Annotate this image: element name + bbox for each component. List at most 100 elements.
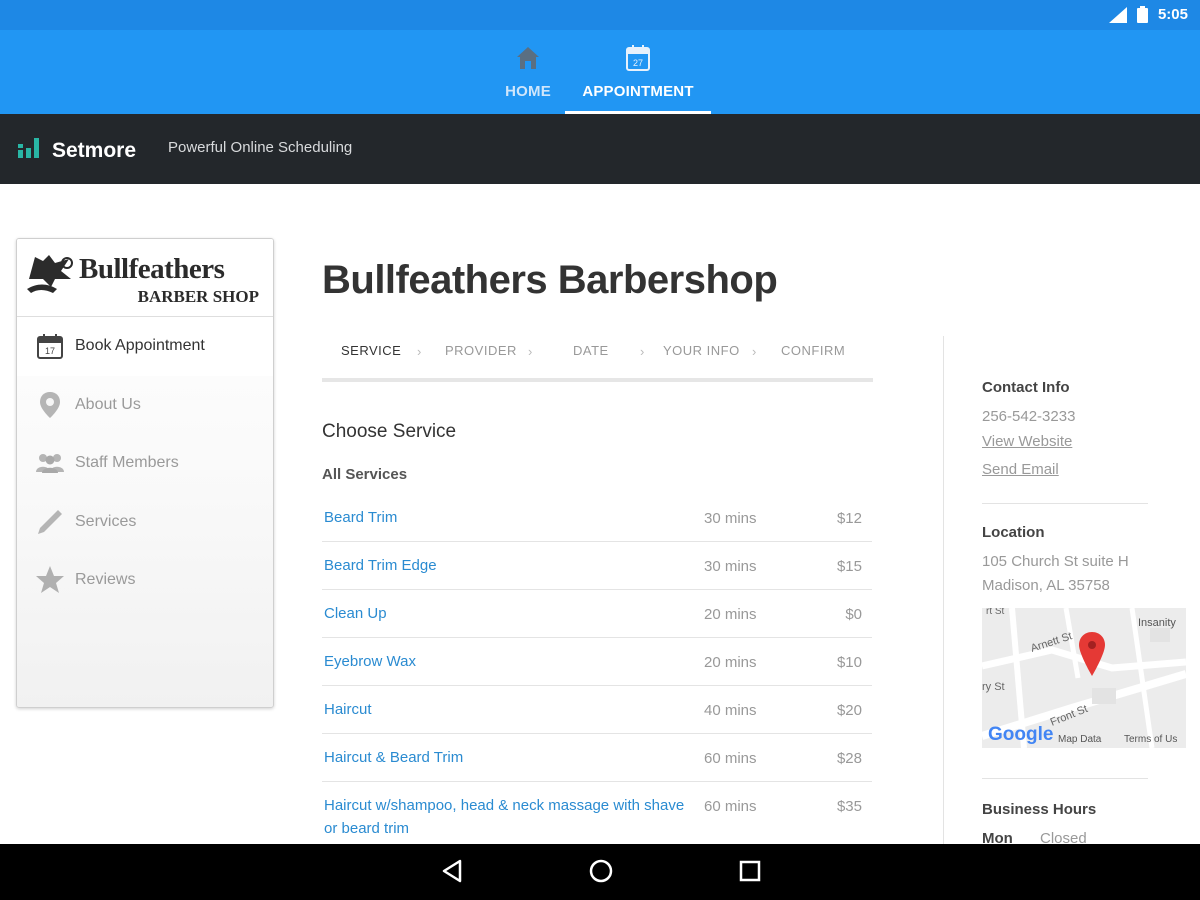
choose-service-heading: Choose Service [322, 421, 457, 442]
map-canvas: rt St Arnett St Insanity ry St Front St … [982, 608, 1186, 748]
step-service[interactable]: SERVICE [341, 343, 401, 358]
service-price: $0 [845, 606, 862, 623]
service-duration: 30 mins [704, 558, 757, 575]
setmore-logo[interactable]: Setmore [18, 136, 136, 165]
setmore-brand: Setmore [52, 138, 137, 162]
calendar-icon: 27 [625, 44, 651, 77]
bird-logo-icon [25, 249, 77, 312]
service-price: $10 [836, 654, 862, 671]
service-duration: 60 mins [704, 750, 757, 767]
back-icon[interactable] [440, 856, 464, 891]
chevron-right-icon: › [528, 344, 533, 359]
contact-heading: Contact Info [982, 379, 1070, 396]
google-logo: Google [988, 724, 1053, 745]
sidebar-item-reviews[interactable]: Reviews [17, 551, 273, 610]
service-duration: 60 mins [704, 798, 757, 815]
service-name[interactable]: Beard Trim Edge [324, 554, 694, 577]
service-row[interactable]: Haircut 40 mins $20 [322, 686, 872, 734]
map-terms-link: Terms of Us [1124, 734, 1177, 745]
chevron-right-icon: › [640, 344, 645, 359]
send-email-link[interactable]: Send Email [982, 461, 1059, 478]
tab-home-label: HOME [505, 83, 551, 100]
star-icon [35, 565, 65, 595]
service-row[interactable]: Clean Up 20 mins $0 [322, 590, 872, 638]
business-title: Bullfeathers Barbershop [322, 258, 778, 302]
calendar-icon-day: 17 [45, 346, 55, 356]
service-price: $12 [836, 510, 862, 527]
service-row[interactable]: Beard Trim 30 mins $12 [322, 494, 872, 542]
service-row[interactable]: Haircut w/shampoo, head & neck massage w… [322, 782, 872, 844]
service-name[interactable]: Haircut w/shampoo, head & neck massage w… [324, 794, 694, 840]
view-website-link[interactable]: View Website [982, 433, 1072, 450]
service-row[interactable]: Beard Trim Edge 30 mins $15 [322, 542, 872, 590]
contact-phone: 256-542-3233 [982, 408, 1076, 425]
setmore-bars-icon [18, 136, 42, 165]
business-logo: Bullfeathers BARBER SHOP [17, 239, 273, 317]
location-map[interactable]: rt St Arnett St Insanity ry St Front St … [982, 608, 1186, 748]
app-tab-bar: HOME 27 APPOINTMENT [0, 30, 1200, 114]
step-provider[interactable]: PROVIDER [445, 343, 517, 358]
calendar-icon: 17 [35, 331, 65, 361]
service-name[interactable]: Clean Up [324, 602, 694, 625]
service-price: $35 [836, 798, 862, 815]
tab-appointment-label: APPOINTMENT [582, 83, 694, 100]
service-list: Beard Trim 30 mins $12 Beard Trim Edge 3… [322, 494, 872, 844]
column-divider [943, 336, 944, 846]
system-nav-bar [0, 844, 1200, 900]
service-price: $15 [836, 558, 862, 575]
business-hours-heading: Business Hours [982, 801, 1097, 818]
map-street-label: Insanity [1138, 617, 1176, 629]
service-row[interactable]: Haircut & Beard Trim 60 mins $28 [322, 734, 872, 782]
sidebar-item-staff-members[interactable]: Staff Members [17, 434, 273, 493]
setmore-tagline: Powerful Online Scheduling [168, 139, 353, 156]
address-line-1: 105 Church St suite H [982, 553, 1129, 570]
tab-home[interactable]: HOME [488, 30, 568, 114]
booking-steps: SERVICE › PROVIDER › DATE › YOUR INFO › … [322, 330, 873, 382]
logo-subtitle: BARBER SHOP [137, 287, 259, 306]
address-line-2: Madison, AL 35758 [982, 577, 1110, 594]
chevron-right-icon: › [752, 344, 757, 359]
sidebar-item-services[interactable]: Services [17, 493, 273, 552]
sidebar-item-label: Reviews [75, 571, 136, 589]
service-name[interactable]: Beard Trim [324, 506, 694, 529]
service-name[interactable]: Haircut [324, 698, 694, 721]
service-duration: 40 mins [704, 702, 757, 719]
step-confirm[interactable]: CONFIRM [781, 343, 845, 358]
sidebar-item-label: Book Appointment [75, 337, 205, 355]
home-icon [514, 44, 542, 77]
battery-icon [1136, 6, 1148, 23]
map-street-label: rt St [986, 608, 1005, 617]
service-name[interactable]: Eyebrow Wax [324, 650, 694, 673]
pencil-icon [35, 507, 65, 537]
service-duration: 20 mins [704, 606, 757, 623]
map-pin-icon [35, 390, 65, 420]
map-street-label: ry St [982, 681, 1005, 693]
divider [982, 503, 1148, 504]
divider [982, 778, 1148, 779]
home-circle-icon[interactable] [587, 856, 615, 891]
status-time: 5:05 [1157, 6, 1188, 23]
chevron-right-icon: › [417, 344, 422, 359]
step-your-info[interactable]: YOUR INFO [663, 343, 740, 358]
service-price: $20 [836, 702, 862, 719]
sidebar: Bullfeathers BARBER SHOP 17 Book Appoint… [16, 238, 274, 708]
service-duration: 20 mins [704, 654, 757, 671]
logo-title: Bullfeathers [79, 253, 225, 285]
service-duration: 30 mins [704, 510, 757, 527]
service-name[interactable]: Haircut & Beard Trim [324, 746, 694, 769]
location-heading: Location [982, 524, 1045, 541]
sidebar-item-about-us[interactable]: About Us [17, 376, 273, 435]
map-data-label: Map Data [1058, 734, 1102, 745]
service-group-label: All Services [322, 466, 408, 483]
calendar-icon-day: 27 [633, 58, 643, 68]
sidebar-item-label: About Us [75, 395, 141, 413]
recents-icon[interactable] [737, 856, 763, 891]
setmore-header: Setmore Powerful Online Scheduling [0, 114, 1200, 184]
sidebar-item-label: Services [75, 512, 137, 530]
step-date[interactable]: DATE [573, 343, 609, 358]
service-row[interactable]: Eyebrow Wax 20 mins $10 [322, 638, 872, 686]
sidebar-item-book-appointment[interactable]: 17 Book Appointment [17, 317, 273, 376]
people-icon [35, 448, 65, 478]
tab-appointment[interactable]: 27 APPOINTMENT [565, 30, 711, 114]
status-bar: 5:05 [0, 0, 1200, 30]
